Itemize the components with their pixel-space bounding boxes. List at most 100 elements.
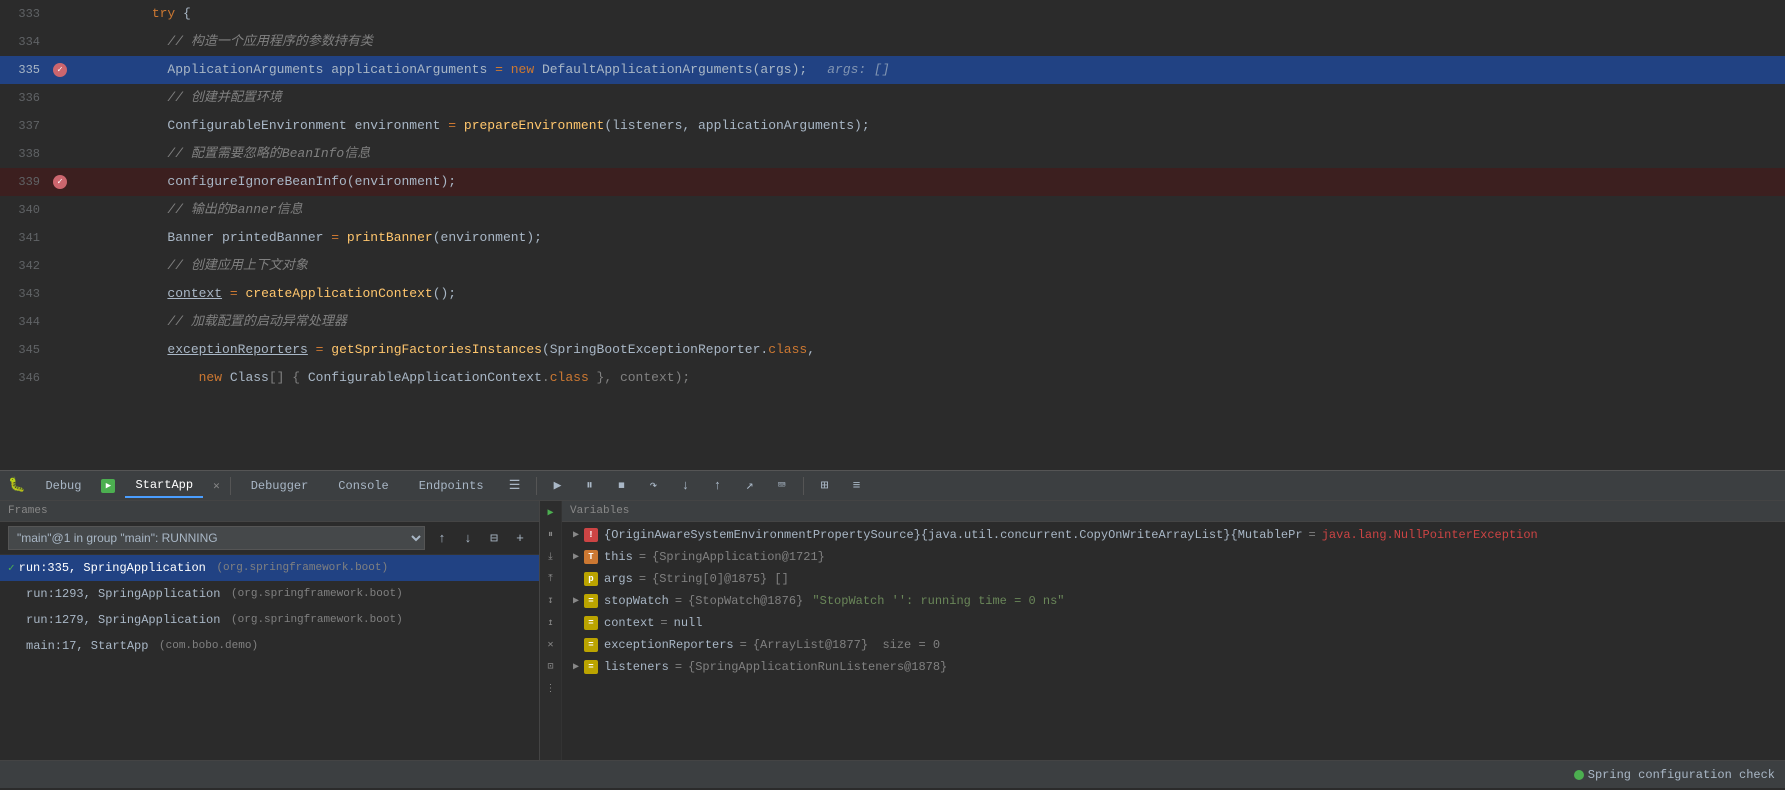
v-btn-3[interactable]: ↧ <box>543 593 559 609</box>
toolbar-btn-grid[interactable]: ⊞ <box>814 475 836 497</box>
var-expand-2[interactable]: ▶ <box>570 573 582 585</box>
v-btn-resume[interactable]: ▶ <box>543 505 559 521</box>
breakpoint-339[interactable] <box>50 175 70 189</box>
line-num-346: 346 <box>0 371 50 385</box>
code-content-338: // 配置需要忽略的BeanInfo信息 <box>100 140 1785 168</box>
frames-panel: Frames "main"@1 in group "main": RUNNING… <box>0 501 540 760</box>
toolbar-btn-run-to-cursor[interactable]: ↗ <box>739 475 761 497</box>
v-btn-5[interactable]: ✕ <box>543 637 559 653</box>
frame-name-3: main:17, StartApp <box>26 639 148 653</box>
var-expand-5[interactable]: ▶ <box>570 639 582 651</box>
code-content-346: new Class[] { ConfigurableApplicationCon… <box>100 364 1785 392</box>
tab-startapp[interactable]: StartApp <box>125 474 203 498</box>
code-line-337: 337 ConfigurableEnvironment environment … <box>0 112 1785 140</box>
code-content-345: exceptionReporters = getSpringFactoriesI… <box>100 336 1785 364</box>
frames-down-btn[interactable]: ↓ <box>457 527 479 549</box>
frames-nav-buttons: ↑ ↓ ⊟ + <box>431 527 531 549</box>
toolbar-sep-2 <box>536 477 537 495</box>
toolbar-btn-evaluate[interactable]: ⌨ <box>771 475 793 497</box>
toolbar-btn-debugger[interactable]: Debugger <box>241 475 319 497</box>
var-item-4[interactable]: ▶ = context = null <box>562 612 1785 634</box>
line-num-340: 340 <box>0 203 50 217</box>
line-num-338: 338 <box>0 147 50 161</box>
frames-up-btn[interactable]: ↑ <box>431 527 453 549</box>
code-editor: 333 try { 334 // 构造一个应用程序的参数持有类 335 <box>0 0 1785 470</box>
v-btn-7[interactable]: ⋮ <box>543 681 559 697</box>
bp-dot-339 <box>53 175 67 189</box>
toolbar-btn-list[interactable]: ≡ <box>846 475 868 497</box>
code-line-335: 335 ApplicationArguments applicationArgu… <box>0 56 1785 84</box>
code-content-343: context = createApplicationContext(); <box>100 280 1785 308</box>
tab-debug[interactable]: Debug <box>35 475 91 497</box>
var-expand-3[interactable]: ▶ <box>570 595 582 607</box>
line-num-341: 341 <box>0 231 50 245</box>
frame-class-2: (org.springframework.boot) <box>224 614 402 626</box>
toolbar-btn-step-into[interactable]: ↓ <box>675 475 697 497</box>
frame-item-2[interactable]: run:1279, SpringApplication (org.springf… <box>0 607 539 633</box>
line-num-337: 337 <box>0 119 50 133</box>
var-name-6: listeners <box>604 660 669 674</box>
variables-panel: Variables ▶ ! {OriginAwareSystemEnvironm… <box>562 501 1785 760</box>
thread-select[interactable]: "main"@1 in group "main": RUNNING <box>8 526 425 550</box>
var-name-2: args <box>604 572 633 586</box>
var-eq-1: = <box>639 550 646 564</box>
toolbar-btn-menu[interactable]: ☰ <box>504 475 526 497</box>
var-expand-1[interactable]: ▶ <box>570 551 582 563</box>
var-item-6[interactable]: ▶ = listeners = {SpringApplicationRunLis… <box>562 656 1785 678</box>
code-content-335: ApplicationArguments applicationArgument… <box>100 56 1785 84</box>
v-btn-pause[interactable]: ⏸ <box>543 527 559 543</box>
var-icon-0: ! <box>584 528 598 542</box>
line-num-345: 345 <box>0 343 50 357</box>
spring-config-check[interactable]: Spring configuration check <box>1574 768 1775 782</box>
var-item-5[interactable]: ▶ = exceptionReporters = {ArrayList@1877… <box>562 634 1785 656</box>
code-content-337: ConfigurableEnvironment environment = pr… <box>100 112 1785 140</box>
frame-name-0: run:335, SpringApplication <box>19 561 206 575</box>
var-val-1: {SpringApplication@1721} <box>652 550 825 564</box>
var-expand-4[interactable]: ▶ <box>570 617 582 629</box>
toolbar-btn-pause[interactable]: ⏸ <box>579 475 601 497</box>
code-content-342: // 创建应用上下文对象 <box>100 252 1785 280</box>
toolbar-btn-resume[interactable]: ▶ <box>547 475 569 497</box>
line-num-333: 333 <box>0 7 50 21</box>
close-tab-icon[interactable]: ✕ <box>213 479 220 493</box>
frames-filter-btn[interactable]: ⊟ <box>483 527 505 549</box>
frame-item-1[interactable]: run:1293, SpringApplication (org.springf… <box>0 581 539 607</box>
var-eq-3: = <box>675 594 682 608</box>
var-val-5: {ArrayList@1877} size = 0 <box>753 638 940 652</box>
toolbar-btn-endpoints[interactable]: Endpoints <box>409 475 494 497</box>
frame-item-3[interactable]: main:17, StartApp (com.bobo.demo) <box>0 633 539 659</box>
v-btn-6[interactable]: ⊡ <box>543 659 559 675</box>
v-btn-1[interactable]: ⤓ <box>543 549 559 565</box>
toolbar-btn-console[interactable]: Console <box>328 475 398 497</box>
frames-add-btn[interactable]: + <box>509 527 531 549</box>
var-val-6: {SpringApplicationRunListeners@1878} <box>688 660 947 674</box>
debug-icon-green: ▶ <box>101 479 115 493</box>
var-expand-6[interactable]: ▶ <box>570 661 582 673</box>
var-eq-5: = <box>740 638 747 652</box>
code-line-333: 333 try { <box>0 0 1785 28</box>
code-line-341: 341 Banner printedBanner = printBanner(e… <box>0 224 1785 252</box>
var-expand-0[interactable]: ▶ <box>570 529 582 541</box>
code-line-345: 345 exceptionReporters = getSpringFactor… <box>0 336 1785 364</box>
frame-item-0[interactable]: ✓ run:335, SpringApplication (org.spring… <box>0 555 539 581</box>
var-list: ▶ ! {OriginAwareSystemEnvironmentPropert… <box>562 522 1785 760</box>
toolbar-btn-step-over[interactable]: ↷ <box>643 475 665 497</box>
var-str-3: "StopWatch '': running time = 0 ns" <box>805 594 1064 608</box>
code-line-343: 343 context = createApplicationContext()… <box>0 280 1785 308</box>
debug-tab-bar: 🐛 Debug ▶ StartApp ✕ Debugger Console En… <box>0 470 1785 500</box>
toolbar-btn-stop[interactable]: ⏹ <box>611 475 633 497</box>
var-eq-2: = <box>639 572 646 586</box>
var-item-2[interactable]: ▶ p args = {String[0]@1875} [] <box>562 568 1785 590</box>
breakpoint-335[interactable] <box>50 63 70 77</box>
v-btn-4[interactable]: ↥ <box>543 615 559 631</box>
variables-header: Variables <box>562 501 1785 522</box>
frame-name-1: run:1293, SpringApplication <box>26 587 220 601</box>
toolbar-sep-3 <box>803 477 804 495</box>
toolbar-btn-step-out[interactable]: ↑ <box>707 475 729 497</box>
var-item-1[interactable]: ▶ T this = {SpringApplication@1721} <box>562 546 1785 568</box>
line-num-336: 336 <box>0 91 50 105</box>
spring-config-label: Spring configuration check <box>1588 768 1775 782</box>
var-item-3[interactable]: ▶ = stopWatch = {StopWatch@1876} "StopWa… <box>562 590 1785 612</box>
var-item-0[interactable]: ▶ ! {OriginAwareSystemEnvironmentPropert… <box>562 524 1785 546</box>
v-btn-2[interactable]: ⤒ <box>543 571 559 587</box>
